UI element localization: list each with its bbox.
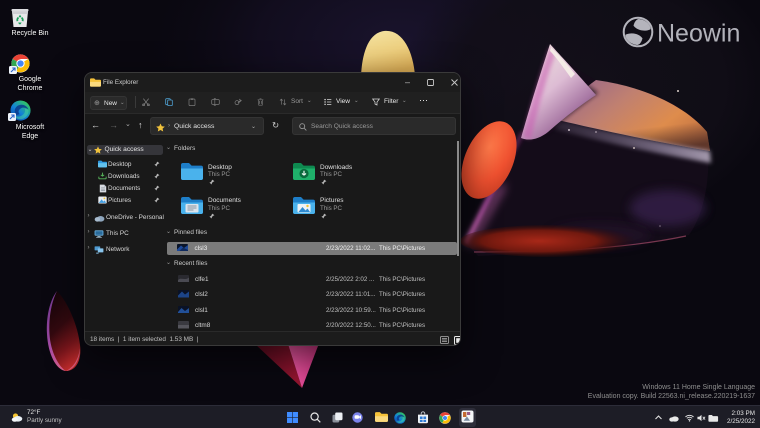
svg-text:Neowin: Neowin (657, 20, 740, 48)
